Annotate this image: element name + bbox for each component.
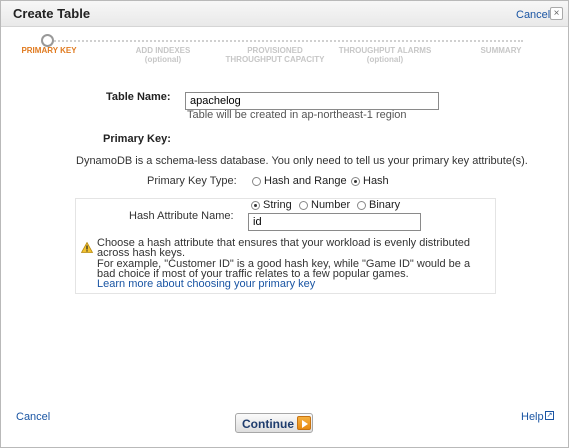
step-summary: SUMMARY — [480, 46, 522, 55]
radio-hash-label[interactable]: Hash — [363, 175, 389, 187]
external-link-icon[interactable]: ↗ — [545, 411, 554, 420]
step-primary-key: PRIMARY KEY — [21, 46, 77, 55]
help-link[interactable]: Help — [521, 411, 544, 423]
radio-string[interactable] — [251, 201, 260, 210]
continue-button-label: Continue — [242, 417, 294, 431]
table-region-hint: Table will be created in ap-northeast-1 … — [187, 109, 407, 121]
steps-progress-line — [43, 40, 523, 42]
radio-string-label[interactable]: String — [263, 199, 292, 211]
radio-binary-label[interactable]: Binary — [369, 199, 400, 211]
radio-hash[interactable] — [351, 177, 360, 186]
schema-description: DynamoDB is a schema-less database. You … — [76, 155, 528, 167]
radio-number-label[interactable]: Number — [311, 199, 350, 211]
cancel-link-top[interactable]: Cancel — [516, 9, 550, 21]
radio-hash-and-range-label[interactable]: Hash and Range — [264, 175, 347, 187]
continue-button[interactable]: Continue — [235, 413, 313, 433]
cancel-link-bottom[interactable]: Cancel — [16, 411, 50, 423]
primary-key-heading: Primary Key: — [103, 133, 171, 145]
wizard-steps: PRIMARY KEY ADD INDEXES (optional) PROVI… — [1, 31, 568, 71]
dialog-title: Create Table — [13, 6, 91, 21]
warning-icon — [81, 242, 93, 253]
radio-hash-and-range[interactable] — [252, 177, 261, 186]
step-add-indexes: ADD INDEXES (optional) — [135, 46, 191, 64]
create-table-dialog: Create Table Cancel × PRIMARY KEY ADD IN… — [0, 0, 569, 448]
radio-number[interactable] — [299, 201, 308, 210]
step-provisioned-throughput: PROVISIONED THROUGHPUT CAPACITY — [225, 46, 325, 64]
primary-key-type-label: Primary Key Type: — [147, 175, 237, 187]
continue-arrow-icon — [297, 416, 311, 430]
step-throughput-alarms: THROUGHPUT ALARMS (optional) — [338, 46, 432, 64]
learn-more-primary-key-link[interactable]: Learn more about choosing your primary k… — [97, 278, 315, 290]
dialog-titlebar: Create Table Cancel × — [1, 1, 568, 27]
table-name-input[interactable] — [185, 92, 439, 110]
hash-attribute-name-input[interactable] — [248, 213, 421, 231]
hash-attribute-name-label: Hash Attribute Name: — [129, 210, 234, 222]
table-name-label: Table Name: — [106, 91, 171, 103]
close-icon[interactable]: × — [550, 7, 563, 20]
radio-binary[interactable] — [357, 201, 366, 210]
